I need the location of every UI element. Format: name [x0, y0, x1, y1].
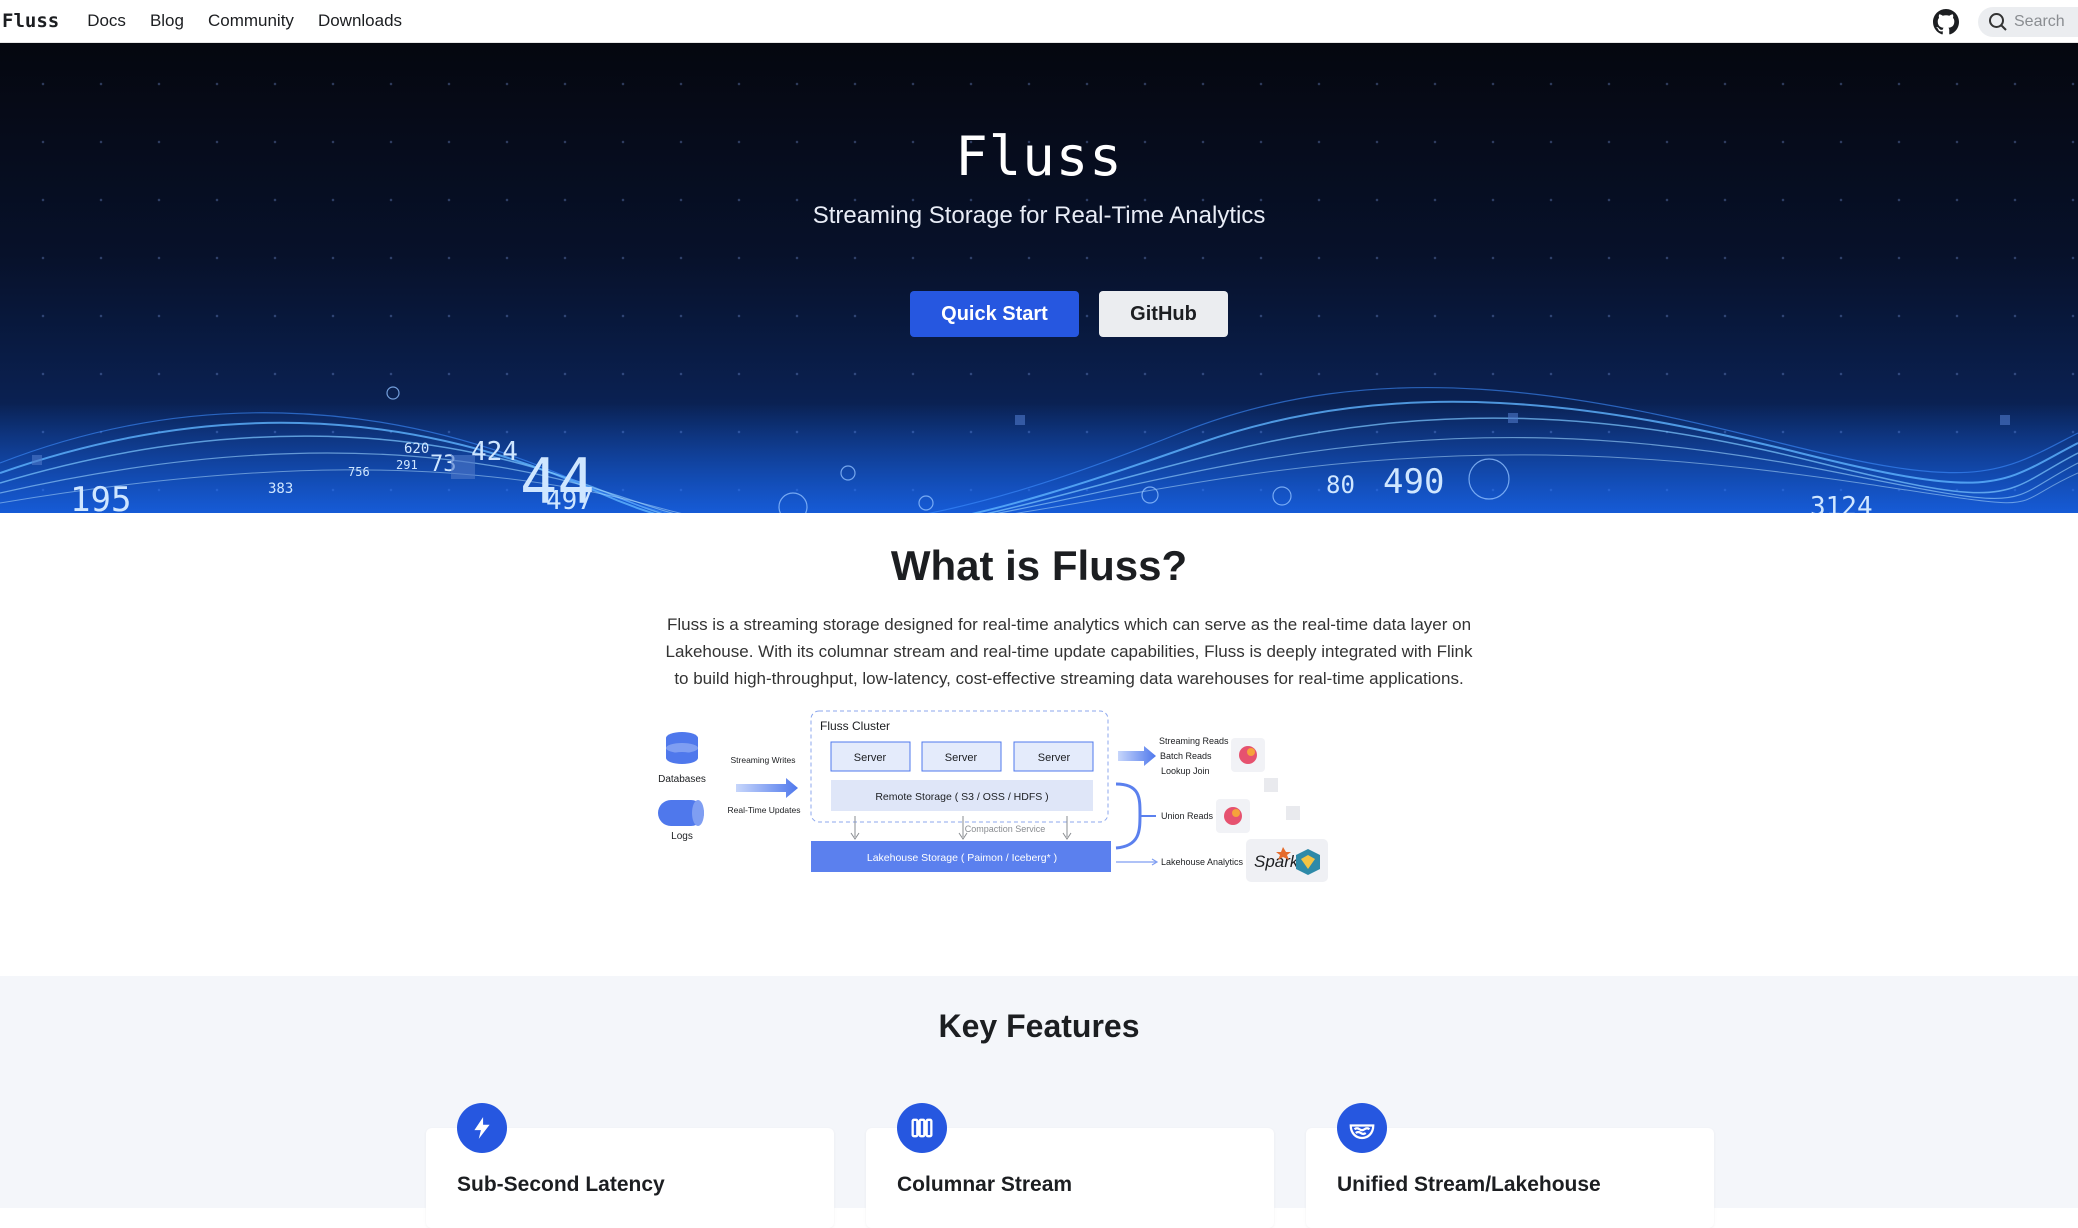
nav-link-blog[interactable]: Blog [150, 11, 184, 31]
brand-logo[interactable]: Fluss [2, 10, 59, 32]
hero-subtitle: Streaming Storage for Real-Time Analytic… [812, 202, 1266, 229]
union-reads-label: Union Reads [1161, 811, 1214, 821]
feature-title-unified: Unified Stream/Lakehouse [1337, 1173, 1601, 1196]
compaction-label: Compaction Service [965, 824, 1046, 834]
batch-reads-label: Batch Reads [1160, 751, 1212, 761]
cluster-label: Fluss Cluster [820, 719, 890, 733]
flink-icon [1231, 738, 1265, 772]
decor-number: 756 [348, 465, 370, 479]
svg-text:Server: Server [854, 752, 887, 764]
decor-number: 424 [471, 437, 518, 467]
source-databases-label: Databases [658, 774, 706, 785]
navbar: Fluss Docs Blog Community Downloads Sear… [0, 0, 2078, 43]
lightning-icon [457, 1103, 507, 1153]
source-logs-label: Logs [671, 831, 693, 842]
search-icon [1989, 12, 2007, 31]
decor-number: 620 [404, 441, 429, 457]
columns-icon [897, 1103, 947, 1153]
lookup-join-label: Lookup Join [1161, 766, 1210, 776]
hero-title: Fluss [955, 125, 1123, 188]
streaming-reads-label: Streaming Reads [1159, 736, 1229, 746]
decor-number: 490 [1383, 462, 1444, 502]
union-bracket [1115, 782, 1142, 850]
svg-text:Server: Server [945, 752, 978, 764]
server-box: Server [921, 741, 1002, 772]
server-box: Server [1013, 741, 1094, 772]
feature-title-latency: Sub-Second Latency [457, 1173, 665, 1196]
github-button[interactable]: GitHub [1099, 291, 1228, 337]
nav-link-community[interactable]: Community [208, 11, 294, 31]
decor-number: 497 [546, 486, 593, 513]
quick-start-button[interactable]: Quick Start [910, 291, 1079, 337]
streaming-writes-label: Streaming Writes [730, 755, 795, 765]
architecture-diagram: Databases Logs Streaming Writes Real-Tim… [658, 710, 1328, 882]
nav-link-downloads[interactable]: Downloads [318, 11, 402, 31]
lakehouse-storage-label: Lakehouse Storage ( Paimon / Iceberg* ) [867, 852, 1057, 864]
read-arrow [1118, 746, 1156, 766]
write-arrow [736, 778, 798, 798]
decor-number: 383 [268, 481, 293, 497]
feature-title-columnar: Columnar Stream [897, 1173, 1073, 1196]
hero-banner: 195 383 756 620 291 73 424 44 497 80 490… [0, 43, 2078, 513]
github-icon[interactable] [1932, 8, 1960, 36]
logs-icon [658, 800, 704, 826]
decor-number: 291 [396, 458, 418, 472]
decor-square [1286, 806, 1300, 820]
lake-icon [1337, 1103, 1387, 1153]
hero-wave-graphic: 195 383 756 620 291 73 424 44 497 80 490… [0, 386, 2078, 513]
svg-text:Server: Server [1038, 752, 1071, 764]
decor-number: 195 [70, 480, 131, 513]
lakehouse-analytics-label: Lakehouse Analytics [1161, 857, 1244, 867]
database-icon [666, 732, 698, 764]
decor-number: 80 [1326, 471, 1355, 499]
search-input[interactable]: Search [1978, 6, 2078, 37]
decor-square [1264, 778, 1278, 792]
remote-storage-label: Remote Storage ( S3 / OSS / HDFS ) [875, 791, 1048, 803]
nav-link-docs[interactable]: Docs [87, 11, 126, 31]
server-box: Server [830, 741, 911, 772]
section-title-what: What is Fluss? [890, 542, 1188, 589]
section-description: Fluss is a streaming storage designed fo… [665, 615, 1473, 688]
realtime-updates-label: Real-Time Updates [728, 805, 801, 815]
search-placeholder: Search [2014, 12, 2065, 30]
flink-icon [1216, 799, 1250, 833]
navbar-right: Search [1932, 0, 2078, 43]
section-title-features: Key Features [938, 1008, 1140, 1044]
svg-text:Spark: Spark [1254, 852, 1300, 871]
decor-number: 3124 [1810, 492, 1873, 513]
